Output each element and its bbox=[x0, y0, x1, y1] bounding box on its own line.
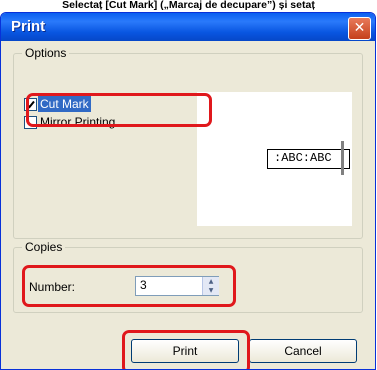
cut-mark-indicator bbox=[341, 141, 344, 175]
close-icon: ✕ bbox=[353, 20, 366, 36]
print-dialog: Print ✕ Options Cut Mark Mirror Printing bbox=[0, 12, 376, 370]
options-group: Options Cut Mark Mirror Printing :ABC:AB… bbox=[13, 46, 363, 239]
checkmark-icon bbox=[26, 100, 35, 109]
cut-mark-label: Cut Mark bbox=[38, 96, 91, 112]
preview-text: :ABC:ABC bbox=[274, 151, 332, 165]
mirror-printing-label: Mirror Printing bbox=[40, 115, 116, 129]
copies-number-value: 3 bbox=[140, 278, 147, 292]
close-button[interactable]: ✕ bbox=[348, 17, 371, 40]
copies-group-label: Copies bbox=[22, 240, 66, 254]
spin-up-arrow-icon[interactable]: ▲ bbox=[202, 277, 219, 286]
options-group-label: Options bbox=[22, 46, 70, 60]
spin-down-arrow-icon[interactable]: ▼ bbox=[202, 286, 219, 295]
cut-mark-checkbox[interactable] bbox=[24, 98, 37, 111]
dialog-body: Options Cut Mark Mirror Printing :ABC:AB… bbox=[5, 41, 371, 369]
label-preview: :ABC:ABC bbox=[197, 92, 352, 226]
mirror-printing-checkbox[interactable] bbox=[24, 116, 37, 129]
instruction-caption: Selectaț [Cut Mark] („Marcaj de decupare… bbox=[62, 0, 315, 11]
copies-number-input[interactable]: 3 ▲ ▼ bbox=[135, 276, 219, 296]
title-bar: Print ✕ bbox=[1, 13, 375, 41]
copies-spinner: ▲ ▼ bbox=[202, 277, 219, 295]
number-label: Number: bbox=[29, 280, 76, 294]
dialog-title: Print bbox=[11, 18, 46, 35]
print-button[interactable]: Print bbox=[131, 339, 239, 363]
cancel-button[interactable]: Cancel bbox=[249, 339, 357, 363]
preview-label-strip: :ABC:ABC bbox=[267, 149, 350, 169]
